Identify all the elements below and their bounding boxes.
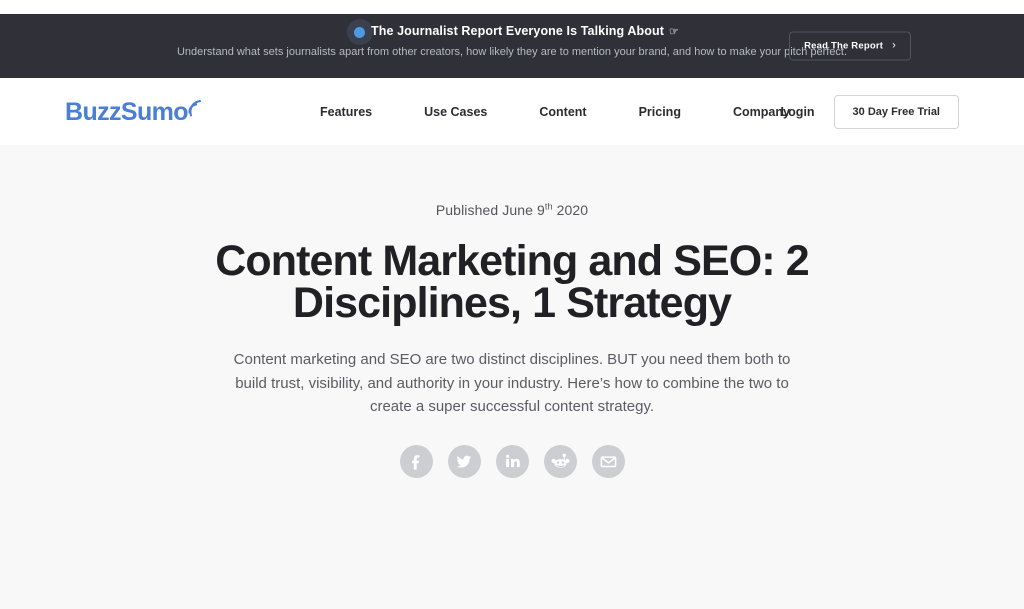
chevron-right-icon: › <box>892 39 896 52</box>
share-email-button[interactable] <box>591 444 625 478</box>
page-title: Content Marketing and SEO: 2 Disciplines… <box>215 237 809 327</box>
linkedin-icon <box>503 452 521 470</box>
promo-indicator <box>345 18 374 45</box>
promo-banner-inner: The Journalist Report Everyone Is Talkin… <box>0 14 1024 78</box>
pointing-hand-icon: ☞ <box>668 25 679 38</box>
published-ordinal: th <box>544 201 553 212</box>
promo-headline: The Journalist Report Everyone Is Talkin… <box>345 18 679 45</box>
published-date: Published June 9th 2020 <box>0 145 1024 218</box>
published-year: 2020 <box>556 202 589 218</box>
facebook-icon <box>407 452 425 470</box>
read-the-report-button[interactable]: Read The Report › <box>789 31 911 61</box>
published-date-text: Published June 9 <box>435 202 545 218</box>
share-twitter-button[interactable] <box>447 444 481 478</box>
envelope-icon <box>599 452 618 471</box>
login-link[interactable]: Login <box>781 105 815 119</box>
logo-wordmark: BuzzSumo <box>65 97 189 126</box>
article-hero: Published June 9th 2020 Content Marketin… <box>0 145 1024 609</box>
social-share-row <box>0 444 1024 478</box>
nav-item-content[interactable]: Content <box>539 105 586 119</box>
nav-item-pricing[interactable]: Pricing <box>639 105 681 119</box>
buzzsumo-logo[interactable]: BuzzSumo <box>65 99 204 125</box>
nav-item-use-cases[interactable]: Use Cases <box>424 105 487 119</box>
page-top-spacer <box>0 0 1024 14</box>
free-trial-button[interactable]: 30 Day Free Trial <box>833 94 959 129</box>
read-the-report-label: Read The Report <box>804 40 884 52</box>
promo-banner: The Journalist Report Everyone Is Talkin… <box>0 14 1024 78</box>
blue-dot-icon <box>354 26 366 38</box>
share-linkedin-button[interactable] <box>495 444 529 478</box>
share-facebook-button[interactable] <box>399 444 433 478</box>
article-description: Content marketing and SEO are two distin… <box>233 351 791 415</box>
site-navigation: BuzzSumo Features Use Cases Content Pric… <box>0 78 1024 145</box>
nav-actions: Login 30 Day Free Trial <box>781 94 959 129</box>
nav-links: Features Use Cases Content Pricing Compa… <box>320 105 790 119</box>
promo-headline-text: The Journalist Report Everyone Is Talkin… <box>371 24 664 38</box>
broadcast-signal-icon <box>187 99 204 124</box>
share-reddit-button[interactable] <box>543 444 577 478</box>
twitter-icon <box>455 452 473 470</box>
nav-item-features[interactable]: Features <box>320 105 372 119</box>
reddit-icon <box>551 452 570 471</box>
